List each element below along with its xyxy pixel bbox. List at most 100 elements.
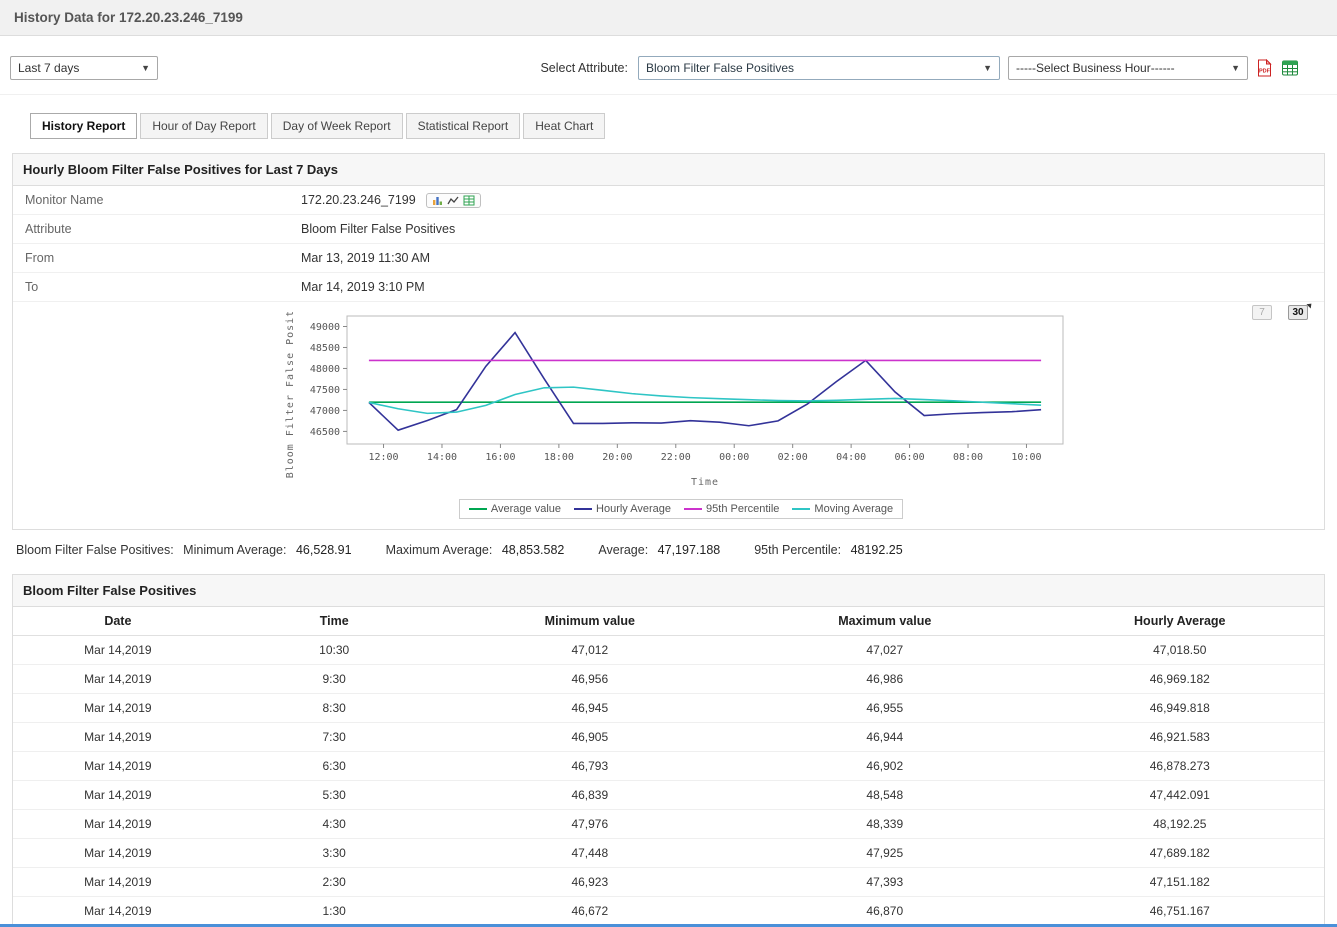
column-header-date: Date [13,607,223,636]
monitor-name-value: 172.20.23.246_7199 [301,193,481,208]
chevron-down-icon: ▼ [983,63,992,73]
tab-history-report[interactable]: History Report [30,113,137,139]
table-header-row: Date Time Minimum value Maximum value Ho… [13,607,1324,636]
table-panel-title: Bloom Filter False Positives [13,575,1324,607]
attribute-select-value: Bloom Filter False Positives [646,61,794,75]
chart-range-buttons: 7 30 [1252,305,1308,320]
svg-text:08:00: 08:00 [953,452,983,463]
to-label: To [13,273,301,301]
stat-95th-percentile: 95th Percentile: 48192.25 [754,543,902,557]
chart-wrap: 46500 47000 47500 48000 48500 49000 12:00 14:00… [281,312,1081,519]
bar-chart-icon[interactable] [432,195,443,206]
period-select[interactable]: Last 7 days ▼ [10,56,158,80]
legend-label: Average value [491,503,561,515]
from-value: Mar 13, 2019 11:30 AM [301,251,430,265]
svg-text:46500: 46500 [310,427,340,438]
attribute-label: Attribute [13,215,301,243]
table-row: Mar 14,201910:3047,01247,02747,018.50 [13,636,1324,665]
svg-text:47000: 47000 [310,406,340,417]
report-panel-title: Hourly Bloom Filter False Positives for … [13,154,1324,186]
table-row: Mar 14,20191:3046,67246,87046,751.167 [13,897,1324,926]
history-table-panel: Bloom Filter False Positives Date Time M… [12,574,1325,927]
table-row: Mar 14,20194:3047,97648,33948,192.25 [13,810,1324,839]
csv-export-icon[interactable] [1281,59,1299,77]
attribute-value: Bloom Filter False Positives [301,222,455,236]
tab-day-of-week-report[interactable]: Day of Week Report [271,113,403,139]
info-row-from: From Mar 13, 2019 11:30 AM [13,244,1324,273]
table-row: Mar 14,20195:3046,83948,54847,442.091 [13,781,1324,810]
chart-legend: Average value Hourly Average 95th Percenti… [459,499,903,519]
period-select-value: Last 7 days [18,61,79,75]
table-row: Mar 14,20193:3047,44847,92547,689.182 [13,839,1324,868]
info-row-monitor-name: Monitor Name 172.20.23.246_7199 [13,186,1324,215]
report-tabs: History Report Hour of Day Report Day of… [30,113,1337,139]
attribute-select-label: Select Attribute: [540,61,628,75]
chevron-down-icon: ▼ [141,63,150,73]
svg-text:47500: 47500 [310,385,340,396]
svg-text:14:00: 14:00 [427,452,457,463]
svg-text:04:00: 04:00 [836,452,866,463]
legend-label: Moving Average [814,503,893,515]
report-summary-panel: Hourly Bloom Filter False Positives for … [12,153,1325,530]
range-7-days-button[interactable]: 7 [1252,305,1272,320]
stat-average: Average: 47,197.188 [598,543,720,557]
svg-text:18:00: 18:00 [544,452,574,463]
history-line-chart: 46500 47000 47500 48000 48500 49000 12:00 14:00… [281,312,1081,490]
svg-text:Bloom Filter False Positives: Bloom Filter False Positives [285,312,296,478]
summary-stats-row: Bloom Filter False Positives: Minimum Av… [0,530,1337,574]
column-header-maximum-value: Maximum value [734,607,1036,636]
page-title: History Data for 172.20.23.246_7199 [14,10,243,25]
range-30-days-button[interactable]: 30 [1288,305,1308,320]
column-header-time: Time [223,607,446,636]
svg-text:02:00: 02:00 [778,452,808,463]
legend-label: 95th Percentile [706,503,779,515]
table-grid-icon[interactable] [463,195,475,206]
monitor-quick-links[interactable] [426,193,481,208]
legend-item: 95th Percentile [684,503,779,515]
svg-text:48500: 48500 [310,343,340,354]
stat-minimum-average: Bloom Filter False Positives: Minimum Av… [16,543,352,557]
info-row-to: To Mar 14, 2019 3:10 PM [13,273,1324,302]
business-hour-select-value: -----Select Business Hour------ [1016,61,1175,75]
pdf-export-icon[interactable]: PDF [1256,59,1273,77]
legend-label: Hourly Average [596,503,671,515]
business-hour-select[interactable]: -----Select Business Hour------ ▼ [1008,56,1248,80]
table-row: Mar 14,20196:3046,79346,90246,878.273 [13,752,1324,781]
table-row: Mar 14,20197:3046,90546,94446,921.583 [13,723,1324,752]
legend-item: Moving Average [792,503,893,515]
legend-item: Average value [469,503,561,515]
table-row: Mar 14,20199:3046,95646,98646,969.182 [13,665,1324,694]
column-header-minimum-value: Minimum value [446,607,734,636]
stats-prefix: Bloom Filter False Positives: [16,543,174,557]
svg-text:48000: 48000 [310,364,340,375]
tab-hour-of-day-report[interactable]: Hour of Day Report [140,113,267,139]
svg-text:12:00: 12:00 [368,452,398,463]
svg-text:22:00: 22:00 [661,452,691,463]
svg-text:06:00: 06:00 [895,452,925,463]
toolbar: Last 7 days ▼ Select Attribute: Bloom Fi… [0,36,1337,95]
line-chart-icon[interactable] [447,195,459,206]
svg-text:49000: 49000 [310,322,340,333]
legend-item: Hourly Average [574,503,671,515]
tab-statistical-report[interactable]: Statistical Report [406,113,521,139]
legend-line-swatch [574,508,592,510]
svg-text:Time: Time [691,477,719,488]
svg-text:16:00: 16:00 [485,452,515,463]
history-table-body: Mar 14,201910:3047,01247,02747,018.50Mar… [13,636,1324,926]
tab-heat-chart[interactable]: Heat Chart [523,113,605,139]
table-row: Mar 14,20192:3046,92347,39347,151.182 [13,868,1324,897]
monitor-name-label: Monitor Name [13,186,301,214]
chart-zone: 7 30 46500 47000 47500 48000 48500 49000 12:00… [13,302,1324,529]
page-header: History Data for 172.20.23.246_7199 [0,0,1337,36]
from-label: From [13,244,301,272]
svg-text:20:00: 20:00 [602,452,632,463]
legend-line-swatch [792,508,810,510]
svg-text:10:00: 10:00 [1011,452,1041,463]
attribute-select[interactable]: Bloom Filter False Positives ▼ [638,56,1000,80]
legend-line-swatch [684,508,702,510]
legend-line-swatch [469,508,487,510]
stat-maximum-average: Maximum Average: 48,853.582 [386,543,565,557]
svg-text:PDF: PDF [1259,69,1271,75]
svg-text:00:00: 00:00 [719,452,749,463]
table-row: Mar 14,20198:3046,94546,95546,949.818 [13,694,1324,723]
